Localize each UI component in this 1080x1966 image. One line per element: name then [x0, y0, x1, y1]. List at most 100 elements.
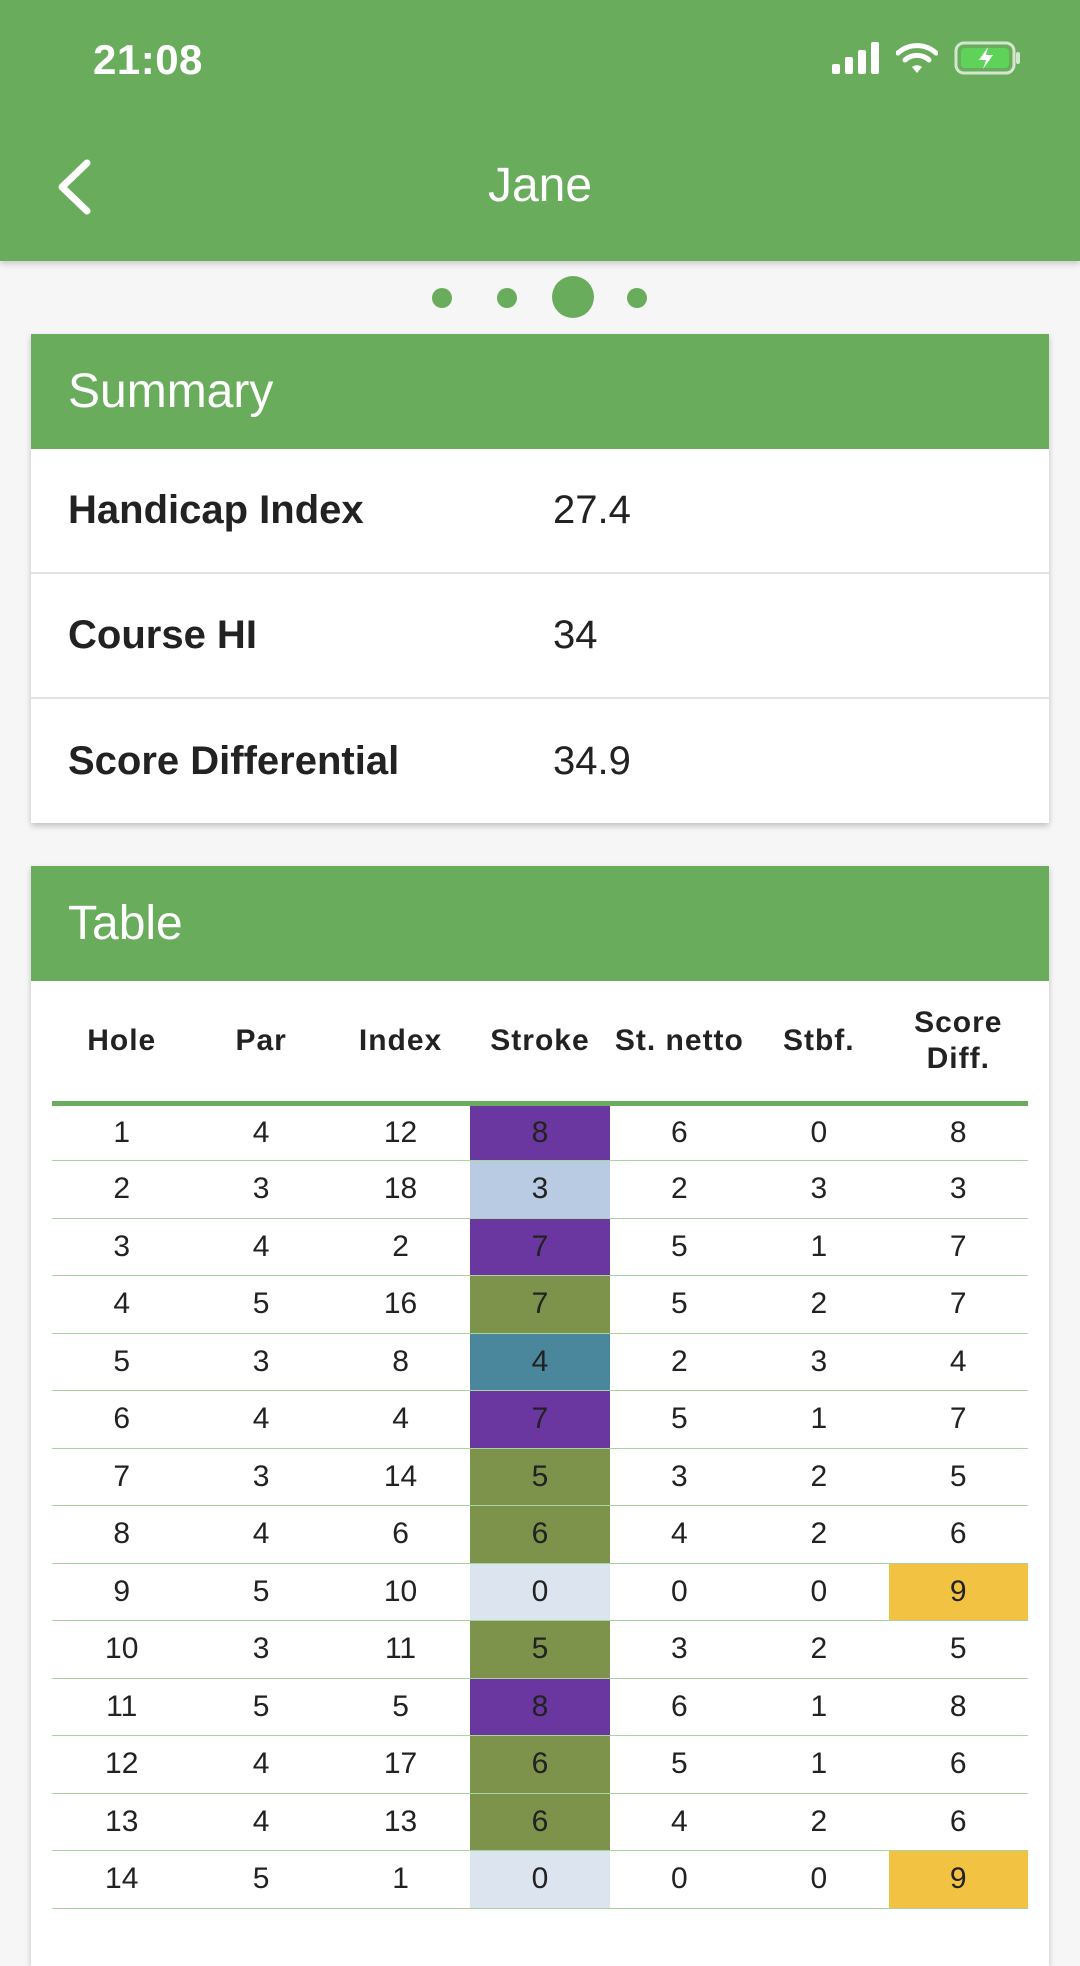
par-cell: 5: [191, 1563, 331, 1621]
table-row: 9 5 10 0 0 0 9: [52, 1563, 1028, 1621]
st-netto-cell: 6: [609, 1678, 750, 1736]
summary-row-score-differential: Score Differential 34.9: [31, 699, 1049, 824]
column-header-st-netto: St. netto: [609, 981, 750, 1106]
index-cell: 5: [330, 1678, 471, 1736]
signal-icon: [832, 41, 880, 79]
score-diff-cell: 9: [888, 1850, 1028, 1909]
stroke-cell: 8: [470, 1678, 610, 1736]
page-dot-1[interactable]: [432, 288, 452, 308]
page-title: Jane: [487, 159, 593, 212]
table-row: 1 4 12 8 6 0 8: [52, 1103, 1028, 1161]
page-dot-2[interactable]: [497, 288, 517, 308]
summary-value: 34.9: [553, 739, 631, 783]
stbf-cell: 1: [749, 1678, 889, 1736]
stroke-cell: 0: [470, 1563, 610, 1621]
summary-row-handicap-index: Handicap Index 27.4: [31, 449, 1049, 574]
hole-cell: 4: [52, 1275, 192, 1334]
st-netto-cell: 3: [609, 1620, 750, 1679]
table-row: 14 5 1 0 0 0 9: [52, 1850, 1028, 1909]
table-row: 8466426: [52, 1505, 1028, 1564]
stbf-cell: 0: [749, 1850, 889, 1909]
index-cell: 2: [330, 1218, 471, 1276]
score-diff-cell: 6: [888, 1735, 1028, 1794]
par-cell: 4: [191, 1218, 331, 1276]
index-cell: 6: [330, 1505, 471, 1564]
st-netto-cell: 5: [609, 1275, 750, 1334]
stbf-cell: 2: [749, 1620, 889, 1679]
par-cell: 4: [191, 1390, 331, 1449]
page-indicator: [0, 276, 1080, 318]
hole-cell: 5: [52, 1333, 192, 1391]
page-dot-4[interactable]: [627, 288, 647, 308]
score-diff-cell: 3: [888, 1160, 1028, 1219]
hole-cell: 14: [52, 1850, 192, 1909]
par-cell: 5: [191, 1678, 331, 1736]
table-row: 4 5 16 7 5 2 7: [52, 1275, 1028, 1334]
index-cell: 4: [330, 1390, 471, 1449]
score-diff-cell: 7: [888, 1275, 1028, 1334]
table-row: 13 4 13 6 4 2 6: [52, 1793, 1028, 1851]
st-netto-cell: 0: [609, 1563, 750, 1621]
table-row: 6447517: [52, 1390, 1028, 1449]
hole-cell: 1: [52, 1103, 192, 1161]
hole-cell: 9: [52, 1563, 192, 1621]
stroke-cell: 6: [470, 1793, 610, 1851]
stroke-cell: 6: [470, 1735, 610, 1794]
par-cell: 5: [191, 1850, 331, 1909]
st-netto-cell: 2: [609, 1160, 750, 1219]
table-title: Table: [31, 866, 1049, 981]
column-header-score-diff: Score Diff.: [888, 981, 1028, 1106]
app-bar: 21:08 Jane: [0, 0, 1080, 261]
hole-cell: 12: [52, 1735, 192, 1794]
stroke-cell: 5: [470, 1448, 610, 1506]
column-header-par: Par: [191, 981, 331, 1106]
par-cell: 4: [191, 1505, 331, 1564]
stbf-cell: 2: [749, 1448, 889, 1506]
stbf-cell: 0: [749, 1563, 889, 1621]
hole-cell: 2: [52, 1160, 192, 1219]
par-cell: 3: [191, 1448, 331, 1506]
table-row: 12 4 17 6 5 1 6: [52, 1735, 1028, 1794]
stroke-cell: 4: [470, 1333, 610, 1391]
index-cell: 18: [330, 1160, 471, 1219]
index-cell: 10: [330, 1563, 471, 1621]
par-cell: 4: [191, 1735, 331, 1794]
index-cell: 11: [330, 1620, 471, 1679]
score-diff-cell: 8: [888, 1678, 1028, 1736]
summary-label: Course HI: [68, 613, 257, 657]
score-diff-cell: 4: [888, 1333, 1028, 1391]
summary-label: Handicap Index: [68, 488, 364, 532]
stroke-cell: 5: [470, 1620, 610, 1679]
score-diff-cell: 6: [888, 1505, 1028, 1564]
column-header-stbf: Stbf.: [749, 981, 889, 1106]
table-row: 10 3 11 5 3 2 5: [52, 1620, 1028, 1679]
battery-charging-icon: [954, 41, 1022, 80]
par-cell: 4: [191, 1793, 331, 1851]
summary-row-course-hi: Course HI 34: [31, 574, 1049, 699]
hole-cell: 11: [52, 1678, 192, 1736]
score-diff-cell: 7: [888, 1390, 1028, 1449]
stbf-cell: 1: [749, 1390, 889, 1449]
score-diff-cell: 6: [888, 1793, 1028, 1851]
index-cell: 13: [330, 1793, 471, 1851]
stroke-cell: 0: [470, 1850, 610, 1909]
stbf-cell: 2: [749, 1275, 889, 1334]
stroke-cell: 7: [470, 1218, 610, 1276]
summary-card: Summary Handicap Index 27.4 Course HI 34…: [31, 334, 1049, 823]
table-row: 5384234: [52, 1333, 1028, 1391]
st-netto-cell: 3: [609, 1448, 750, 1506]
score-diff-cell: 8: [888, 1103, 1028, 1161]
table-row: 11 5 5 8 6 1 8: [52, 1678, 1028, 1736]
index-cell: 17: [330, 1735, 471, 1794]
hole-cell: 13: [52, 1793, 192, 1851]
summary-label: Score Differential: [68, 739, 400, 783]
st-netto-cell: 4: [609, 1793, 750, 1851]
status-icons: [832, 40, 1022, 80]
par-cell: 3: [191, 1333, 331, 1391]
table-row: 7 3 14 5 3 2 5: [52, 1448, 1028, 1506]
page-dot-3-active[interactable]: [552, 276, 594, 318]
table-header-row: Hole Par Index Stroke St. netto Stbf. Sc…: [52, 981, 1028, 1106]
stbf-cell: 2: [749, 1505, 889, 1564]
table-row: 2 3 18 3 2 3 3: [52, 1160, 1028, 1219]
table-body: 1 4 12 8 6 0 8 2 3 18 3 2 3 3 3 4 2 7 5 1 7 4 5 16 7 5 2 7 5 3 8 4 2 3 4 6 4…: [52, 1103, 1028, 1909]
